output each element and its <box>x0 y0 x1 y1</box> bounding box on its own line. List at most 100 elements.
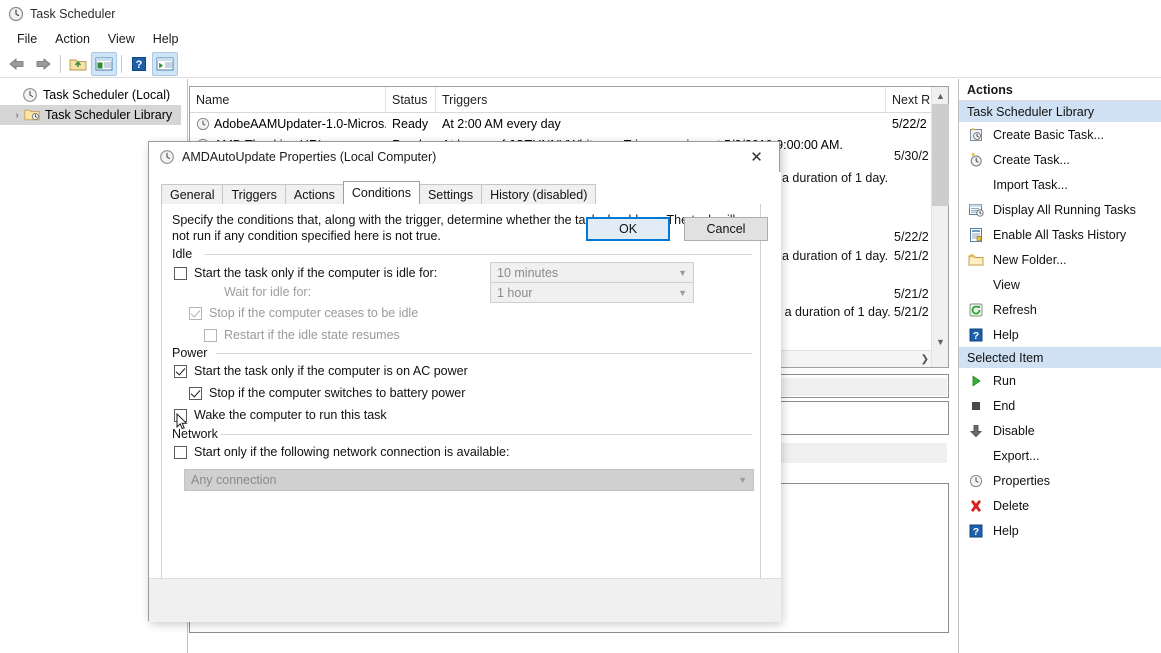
action-export[interactable]: Export... <box>959 443 1161 468</box>
menu-help[interactable]: Help <box>144 30 188 48</box>
question-mark-icon: ? <box>967 523 985 539</box>
task-triggers: At 2:00 AM every day <box>436 117 886 131</box>
tree-item-task-scheduler-local[interactable]: Task Scheduler (Local) <box>0 85 187 105</box>
checkbox-row-stop-on-battery[interactable]: Stop if the computer switches to battery… <box>189 386 465 400</box>
action-disable[interactable]: Disable <box>959 418 1161 443</box>
action-delete[interactable]: Delete <box>959 493 1161 518</box>
tab-conditions[interactable]: Conditions <box>343 181 420 204</box>
task-list-header: Name Status Triggers Next R <box>190 87 948 113</box>
task-name: AdobeAAMUpdater-1.0-Micros... <box>214 117 386 131</box>
action-help-library[interactable]: ? Help <box>959 322 1161 347</box>
chevron-down-icon[interactable]: ▼ <box>738 470 747 490</box>
menu-view[interactable]: View <box>99 30 144 48</box>
checkbox-stop-if-ceases-idle[interactable] <box>189 307 202 320</box>
tree-expander-chevron-icon[interactable]: › <box>10 110 24 121</box>
task-list-vertical-scrollbar[interactable]: ▲ ▼ <box>931 87 948 367</box>
dialog-titlebar: AMDAutoUpdate Properties (Local Computer… <box>149 142 779 172</box>
create-basic-task-icon <box>967 127 985 143</box>
action-create-basic-task[interactable]: Create Basic Task... <box>959 122 1161 147</box>
menu-action[interactable]: Action <box>46 30 99 48</box>
action-properties[interactable]: Properties <box>959 468 1161 493</box>
list-fragment: 5/21/2 <box>894 287 929 301</box>
list-fragment: r a duration of 1 day. <box>777 305 891 319</box>
stop-icon <box>967 398 985 414</box>
action-new-folder[interactable]: New Folder... <box>959 247 1161 272</box>
actions-pane-title: Actions <box>959 79 1161 101</box>
list-fragment: 5/30/2 <box>894 149 929 163</box>
folder-up-icon <box>69 56 87 72</box>
show-hide-action-pane-button[interactable] <box>152 52 178 76</box>
checkbox-stop-on-battery[interactable] <box>189 387 202 400</box>
list-fragment: 5/21/2 <box>894 249 929 263</box>
tab-history[interactable]: History (disabled) <box>481 184 596 204</box>
action-end[interactable]: End <box>959 393 1161 418</box>
scroll-right-icon[interactable]: ❯ <box>921 351 929 368</box>
checkbox-start-only-if-idle[interactable] <box>174 267 187 280</box>
show-hide-console-tree-button[interactable] <box>91 52 117 76</box>
checkbox-row-idle-for[interactable]: Start the task only if the computer is i… <box>174 266 437 280</box>
play-icon <box>967 373 985 389</box>
cancel-button[interactable]: Cancel <box>684 217 768 241</box>
toolbar: ? <box>0 50 1161 78</box>
scrollbar-thumb[interactable] <box>932 104 949 206</box>
combo-network-connection[interactable]: Any connection ▼ <box>184 469 754 491</box>
tab-general[interactable]: General <box>161 184 223 204</box>
clock-icon <box>159 149 175 165</box>
action-run[interactable]: Run <box>959 368 1161 393</box>
column-header-name[interactable]: Name <box>190 87 386 112</box>
column-header-triggers[interactable]: Triggers <box>436 87 886 112</box>
table-row[interactable]: AdobeAAMUpdater-1.0-Micros... Ready At 2… <box>190 113 948 134</box>
up-folder-button[interactable] <box>65 52 91 76</box>
action-help-selected[interactable]: ? Help <box>959 518 1161 543</box>
arrow-right-icon <box>33 56 53 72</box>
checkbox-row-network-connection[interactable]: Start only if the following network conn… <box>174 445 509 459</box>
checkbox-network-connection[interactable] <box>174 446 187 459</box>
conditions-tab-panel: Specify the conditions that, along with … <box>161 204 761 579</box>
chevron-down-icon[interactable]: ▼ <box>678 283 687 302</box>
forward-button[interactable] <box>30 52 56 76</box>
tab-settings[interactable]: Settings <box>419 184 482 204</box>
red-x-icon <box>967 498 985 514</box>
action-display-all-running-tasks[interactable]: Display All Running Tasks <box>959 197 1161 222</box>
svg-text:?: ? <box>973 330 979 342</box>
checkbox-row-stop-if-ceases-idle[interactable]: Stop if the computer ceases to be idle <box>189 306 418 320</box>
tree-item-task-scheduler-library[interactable]: › Task Scheduler Library <box>0 105 181 125</box>
ok-button[interactable]: OK <box>586 217 670 241</box>
column-header-next-run[interactable]: Next R <box>886 87 931 112</box>
chevron-down-icon[interactable]: ▼ <box>678 263 687 282</box>
close-icon[interactable]: ✕ <box>734 142 779 172</box>
checkbox-label: Start the task only if the computer is i… <box>194 266 437 280</box>
combo-wait-for-idle[interactable]: 1 hour ▼ <box>490 282 694 303</box>
checkbox-restart-if-idle-resumes[interactable] <box>204 329 217 342</box>
tab-triggers[interactable]: Triggers <box>222 184 285 204</box>
action-label: Properties <box>993 474 1050 488</box>
tab-actions[interactable]: Actions <box>285 184 344 204</box>
clock-icon <box>22 87 38 103</box>
checkbox-label: Restart if the idle state resumes <box>224 328 400 342</box>
checkbox-row-wake-computer[interactable]: Wake the computer to run this task <box>174 408 387 422</box>
new-folder-icon <box>967 252 985 268</box>
dialog-body: General Triggers Actions Conditions Sett… <box>149 172 781 622</box>
back-button[interactable] <box>4 52 30 76</box>
checkbox-ac-power[interactable] <box>174 365 187 378</box>
column-header-status[interactable]: Status <box>386 87 436 112</box>
help-button[interactable]: ? <box>126 52 152 76</box>
menu-file[interactable]: File <box>8 30 46 48</box>
scroll-down-icon[interactable]: ▼ <box>932 333 949 350</box>
action-enable-all-tasks-history[interactable]: Enable All Tasks History <box>959 222 1161 247</box>
action-view[interactable]: View <box>959 272 1161 297</box>
checkbox-row-ac-power[interactable]: Start the task only if the computer is o… <box>174 364 468 378</box>
no-icon <box>967 277 985 293</box>
action-label: Help <box>993 328 1019 342</box>
combo-idle-duration[interactable]: 10 minutes ▼ <box>490 262 694 283</box>
checkbox-row-restart-if-idle-resumes[interactable]: Restart if the idle state resumes <box>204 328 400 342</box>
checkbox-label: Start the task only if the computer is o… <box>194 364 468 378</box>
action-label: Create Task... <box>993 153 1070 167</box>
action-refresh[interactable]: Refresh <box>959 297 1161 322</box>
checkbox-wake-computer[interactable] <box>174 409 187 422</box>
action-create-task[interactable]: Create Task... <box>959 147 1161 172</box>
action-pane-icon <box>156 56 174 72</box>
svg-text:?: ? <box>973 526 979 538</box>
scroll-up-icon[interactable]: ▲ <box>932 87 949 104</box>
action-import-task[interactable]: Import Task... <box>959 172 1161 197</box>
